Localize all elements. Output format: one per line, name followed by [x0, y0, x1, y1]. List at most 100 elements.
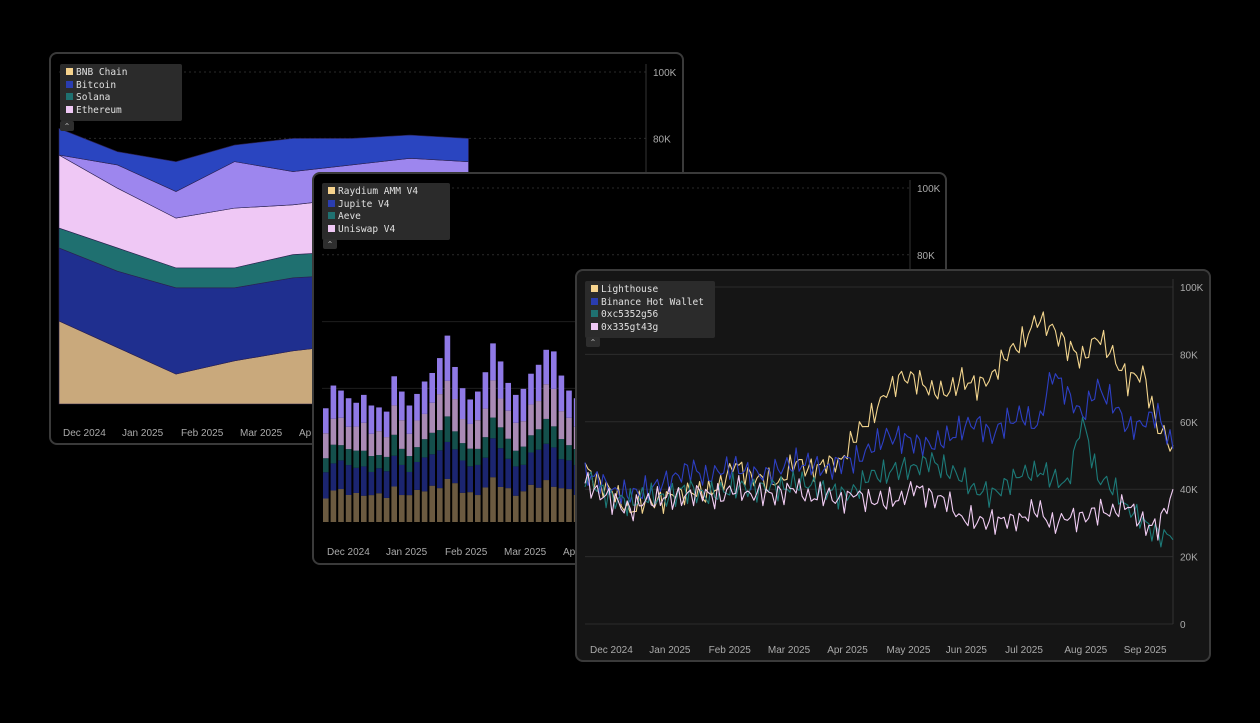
x-tick-label: Sep 2025: [1124, 645, 1167, 656]
bar-segment: [345, 494, 352, 522]
legend-label: 0xc5352g56: [601, 309, 659, 320]
bar-segment: [490, 417, 496, 439]
bar-segment: [444, 380, 451, 417]
legend-item[interactable]: Solana: [66, 92, 174, 105]
bar-segment: [345, 449, 352, 466]
bar-segment: [353, 402, 359, 427]
bar-segment: [513, 466, 519, 496]
bar-segment: [368, 405, 375, 434]
bar-segment: [437, 450, 443, 489]
bar-segment: [323, 433, 329, 459]
bar-segment: [421, 491, 428, 522]
bar-segment: [505, 488, 511, 522]
legend-label: 0x335gt43g: [601, 321, 659, 333]
legend-item[interactable]: Jupite V4: [328, 199, 442, 212]
bar-segment: [459, 460, 466, 493]
legend-item[interactable]: 0xc5352g56: [591, 309, 707, 322]
chevron-up-icon[interactable]: ⌃: [323, 239, 337, 249]
bar-segment: [323, 472, 329, 499]
bar-segment: [520, 421, 527, 447]
bar-segment: [368, 433, 375, 457]
x-tick-label: Mar 2025: [768, 645, 811, 656]
legend-item[interactable]: Aeve: [328, 211, 442, 224]
bar-segment: [566, 460, 572, 490]
x-tick-label: Dec 2024: [590, 645, 633, 656]
legend-swatch: [328, 212, 335, 219]
chevron-up-icon[interactable]: ⌃: [586, 337, 600, 347]
bar-segment: [406, 471, 413, 496]
y-tick-label: 60K: [1180, 418, 1198, 429]
bar-segment: [330, 444, 337, 464]
bar-segment: [323, 408, 329, 434]
x-tick-label: Ap: [563, 547, 576, 558]
legend-item[interactable]: Uniswap V4: [328, 224, 442, 237]
legend-label: Lighthouse: [601, 284, 659, 295]
bar-segment: [513, 394, 519, 423]
bar-segment: [467, 423, 473, 449]
legend-swatch: [66, 68, 73, 75]
bar-segment: [520, 491, 527, 522]
x-tick-label: May 2025: [887, 645, 931, 656]
bar-segment: [383, 497, 390, 522]
bar-segment: [406, 456, 413, 472]
bar-segment: [482, 487, 489, 522]
bar-segment: [399, 464, 405, 496]
y-tick-label: 100K: [653, 68, 677, 79]
bar-segment: [361, 450, 367, 467]
bar-segment: [497, 398, 504, 428]
bar-segment: [452, 399, 458, 432]
bar-segment: [551, 351, 557, 389]
bar-segment: [543, 480, 549, 522]
bar-segment: [429, 402, 435, 433]
x-tick-label: Ap: [299, 428, 312, 439]
x-tick-label: Feb 2025: [445, 547, 488, 558]
bar-segment: [459, 419, 466, 444]
bar-segment: [497, 448, 504, 487]
line-chart-legend: Lighthouse Binance Hot Wallet 0xc5352g56…: [585, 281, 715, 338]
line-series-3: [584, 471, 1174, 541]
x-tick-label: Aug 2025: [1064, 645, 1107, 656]
legend-item[interactable]: Lighthouse: [591, 284, 707, 297]
x-tick-label: Jun 2025: [946, 645, 988, 656]
bar-segment: [361, 422, 367, 451]
bar-segment: [452, 366, 458, 400]
bar-segment: [528, 435, 534, 453]
chevron-up-icon[interactable]: ⌃: [60, 121, 74, 131]
bar-segment: [543, 384, 549, 419]
bar-segment: [414, 447, 420, 462]
bar-chart-legend: Raydium AMM V4 Jupite V4 Aeve Uniswap V4: [322, 183, 450, 240]
bar-segment: [467, 399, 473, 424]
legend-item[interactable]: Raydium AMM V4: [328, 186, 442, 199]
bar-segment: [353, 426, 359, 451]
line-chart-panel: 100K 80K 60K 40K 20K 0 Dec 2024 Jan 2025 Feb 202…: [575, 269, 1211, 662]
bar-segment: [452, 483, 458, 522]
bar-segment: [399, 420, 405, 449]
bar-segment: [513, 422, 519, 451]
legend-label: Bitcoin: [76, 79, 117, 91]
bar-segment: [414, 393, 420, 421]
bar-segment: [459, 388, 466, 420]
bar-segment: [528, 452, 534, 485]
legend-item[interactable]: 0x335gt43g: [591, 322, 707, 335]
y-tick-label: 100K: [1180, 283, 1204, 294]
bar-segment: [535, 364, 542, 402]
legend-item[interactable]: Binance Hot Wallet: [591, 297, 707, 310]
bar-segment: [399, 391, 405, 421]
legend-item[interactable]: Ethereum: [66, 105, 174, 118]
bar-segment: [368, 495, 375, 522]
bar-segment: [421, 413, 428, 440]
bar-segment: [338, 390, 344, 418]
bar-segment: [391, 376, 397, 406]
legend-item[interactable]: BNB Chain: [66, 67, 174, 80]
x-tick-label: Jan 2025: [122, 428, 164, 439]
bar-segment: [376, 468, 382, 494]
bar-segment: [452, 431, 458, 450]
y-tick-label: 80K: [653, 134, 671, 145]
legend-swatch: [591, 285, 598, 292]
legend-item[interactable]: Bitcoin: [66, 80, 174, 93]
legend-swatch: [591, 310, 598, 317]
x-tick-label: Mar 2025: [504, 547, 547, 558]
bar-segment: [505, 382, 511, 411]
legend-label: Binance Hot Wallet: [601, 296, 704, 308]
bar-segment: [421, 439, 428, 458]
